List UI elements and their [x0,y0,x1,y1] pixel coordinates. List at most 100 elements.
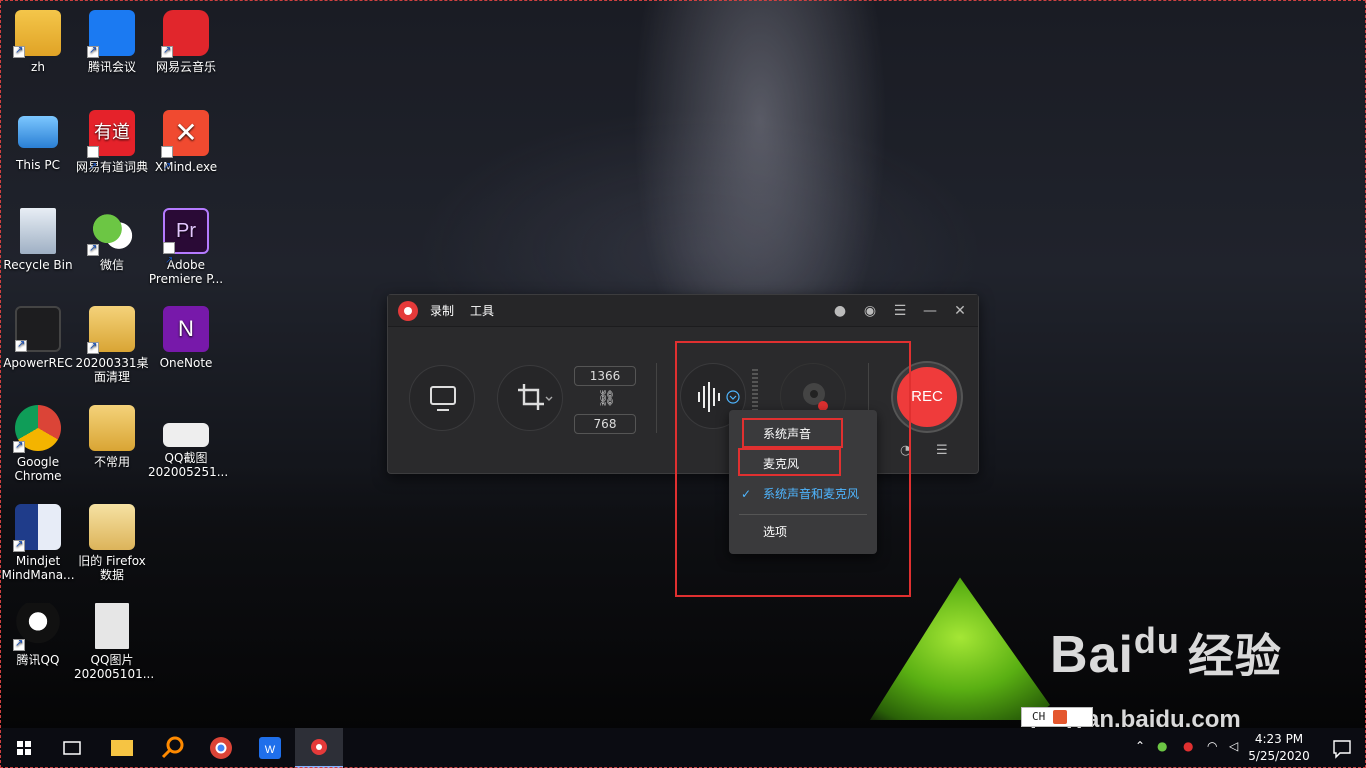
netease-music-icon [161,10,209,58]
taskbar-chrome[interactable] [197,728,245,768]
region-mode-button[interactable] [497,365,563,431]
qq-tray-icon[interactable]: ● [1183,739,1193,753]
taskbar-apowerrec[interactable] [295,728,343,768]
schedule-icon[interactable]: ◔ [900,443,911,458]
svg-text:W: W [265,744,276,756]
desktop-icon-qq[interactable]: 腾讯QQ [0,603,76,667]
icon-label: 腾讯会议 [87,60,136,74]
onenote-icon: N [163,306,209,352]
icon-label: 腾讯QQ [16,653,60,667]
wps-icon: W [259,737,281,759]
watermark-brand: Bai [1050,626,1134,684]
link-ratio-icon[interactable]: ⛓ [597,389,616,407]
icon-label: 网易云音乐 [155,60,216,74]
icon-label: 20200331桌面清理 [75,356,149,384]
apowerrec-window: 录制 工具 ● ◉ ☰ — ✕ 1366 ⛓ 768 REC ◔ ☰ [387,294,979,474]
wechat-tray-icon[interactable]: ● [1157,739,1167,753]
notification-icon [1333,740,1351,759]
sogou-icon [1053,710,1068,724]
desktop-icon-recycle-bin[interactable]: Recycle Bin [0,208,76,272]
baidu-watermark: Baidu 经验 jingyan.baidu.com [1030,620,1282,733]
menu-item-microphone[interactable]: 麦克风 [729,452,877,476]
monitor-icon [430,386,456,411]
desktop-icon-onenote[interactable]: N OneNote [148,306,224,370]
width-input[interactable]: 1366 [574,366,636,386]
task-view-button[interactable] [48,728,96,768]
taskbar: W ⌃ ● ● ◠ ◁ 4:23 PM 5/25/2020 [0,728,1366,768]
menu-icon[interactable]: ☰ [892,303,908,319]
windows-icon [17,741,31,755]
icon-label: OneNote [159,356,213,370]
desktop-icon-qq-image[interactable]: QQ图片202005101... [74,603,154,681]
menu-item-label: 系统声音和麦克风 [763,487,860,501]
desktop-icon-apowerrec[interactable]: ApowerREC [0,306,76,370]
qq-penguin-icon [13,603,61,651]
recycle-bin-icon [20,208,56,254]
magnifier-icon [161,736,184,759]
folder-icon [89,504,135,550]
desktop-icon-uncommon-folder[interactable]: 不常用 [74,405,150,469]
clock-time: 4:23 PM [1254,732,1304,746]
icon-label: Recycle Bin [3,258,73,272]
desktop-icon-user-folder[interactable]: zh [0,10,76,74]
clock-date: 5/25/2020 [1248,749,1310,763]
icon-label: This PC [16,158,60,172]
ime-indicator[interactable]: CH [1021,707,1093,727]
task-view-icon [63,741,81,755]
desktop-icon-tencent-meeting[interactable]: 腾讯会议 [74,10,150,74]
chrome-icon [210,737,232,759]
menu-item-options[interactable]: 选项 [729,520,877,544]
desktop-icon-premiere[interactable]: Pr Adobe Premiere P... [148,208,224,286]
task-list-icon[interactable]: ☰ [936,443,948,458]
menu-item-system-and-mic[interactable]: ✓ 系统声音和麦克风 [729,482,877,506]
desktop-icon-chrome[interactable]: Google Chrome [0,405,76,483]
desktop-icon-qq-screenshot[interactable]: QQ截图202005251... [148,405,229,479]
menu-item-system-sound[interactable]: 系统声音 [729,422,877,446]
image-file-icon [95,603,129,649]
icon-label: XMind.exe [154,160,218,174]
wifi-icon[interactable]: ◠ [1207,739,1217,753]
xmind-icon: ✕ [161,110,209,190]
divider [656,363,657,433]
user-icon[interactable]: ● [832,303,848,319]
desktop-icon-cleanup-folder[interactable]: 20200331桌面清理 [74,306,150,384]
desktop-icon-xmind[interactable]: ✕ XMind.exe [148,110,224,190]
desktop-icon-wechat[interactable]: 微信 [74,208,150,272]
youdao-icon: 有道 [87,110,135,190]
fullscreen-mode-button[interactable] [409,365,475,431]
icon-label: 旧的 Firefox 数据 [78,554,146,582]
close-icon[interactable]: ✕ [952,303,968,319]
wechat-icon [87,208,135,256]
mindjet-icon [13,504,61,552]
desktop-icon-firefox-data[interactable]: 旧的 Firefox 数据 [74,504,150,582]
menu-record[interactable]: 录制 [430,302,454,319]
tencent-meeting-icon [87,10,135,58]
desktop-icon-youdao[interactable]: 有道 网易有道词典 [74,110,150,190]
volume-icon[interactable]: ◁ [1229,739,1238,753]
minimize-icon[interactable]: — [922,303,938,319]
icon-label: 微信 [99,258,124,272]
taskbar-wps[interactable]: W [246,728,294,768]
desktop-icon-this-pc[interactable]: This PC [0,110,76,172]
folder-icon [87,306,135,354]
menu-tools[interactable]: 工具 [470,302,494,319]
start-button[interactable] [0,728,48,768]
icon-label: zh [31,60,45,74]
desktop-icon-mindjet[interactable]: Mindjet MindMana... [0,504,76,582]
height-input[interactable]: 768 [574,414,636,434]
icon-label: Mindjet MindMana... [1,554,75,582]
notification-button[interactable] [1318,728,1366,768]
icon-label: Google Chrome [14,455,62,483]
watermark-brand-du: du [1133,620,1180,661]
computer-icon [18,116,58,148]
icon-label: QQ截图202005251... [148,451,229,479]
taskbar-search-app[interactable] [148,728,196,768]
taskbar-file-explorer[interactable] [98,728,146,768]
chrome-icon [13,405,61,453]
taskbar-clock[interactable]: 4:23 PM 5/25/2020 [1248,731,1310,765]
icon-label: 不常用 [93,455,130,469]
rec-button[interactable]: REC [893,363,961,431]
desktop-icon-netease-music[interactable]: 网易云音乐 [148,10,224,74]
chat-icon[interactable]: ◉ [862,303,878,319]
show-hidden-icons-icon[interactable]: ⌃ [1135,739,1145,753]
